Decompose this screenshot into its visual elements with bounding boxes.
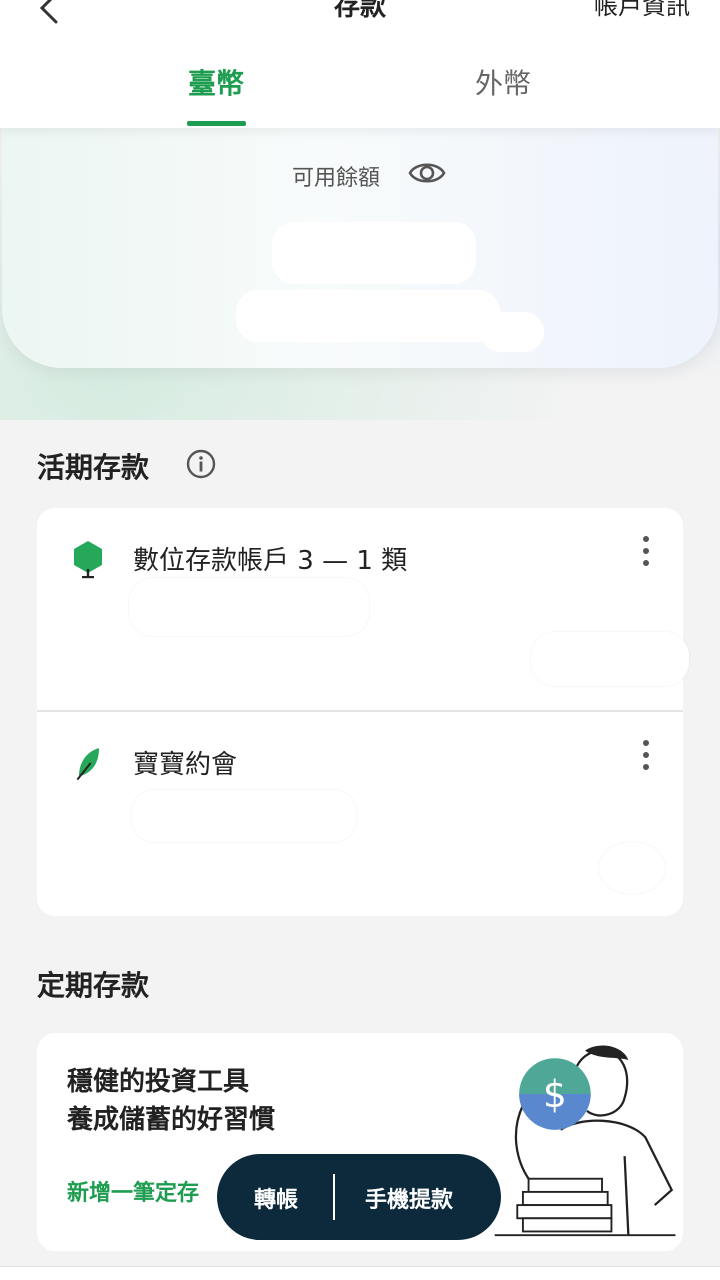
promo-headline: 穩健的投資工具	[67, 1067, 250, 1097]
info-icon[interactable]	[186, 449, 216, 479]
demand-deposit-title: 活期存款	[37, 451, 150, 484]
svg-text:$: $	[543, 1072, 567, 1116]
masked-balance-tail	[480, 312, 544, 352]
more-options-icon[interactable]	[639, 536, 653, 572]
transfer-button[interactable]: 轉帳	[254, 1182, 298, 1214]
tab-twd[interactable]: 臺幣	[188, 62, 244, 102]
masked-balance-primary	[272, 222, 476, 284]
top-header: 存款 帳戶資訊 臺幣 外幣	[0, 0, 720, 128]
floating-action-bar: 轉帳 手機提款	[217, 1154, 501, 1240]
tab-foreign-currency[interactable]: 外幣	[475, 62, 531, 102]
masked-balance-secondary	[236, 290, 500, 342]
fixed-deposit-title: 定期存款	[37, 969, 150, 1002]
masked-account-balance	[531, 632, 689, 686]
account-row-digital[interactable]: 數位存款帳戶 3 — 1 類	[37, 508, 689, 710]
masked-account-number	[131, 790, 357, 842]
active-tab-indicator	[187, 121, 246, 126]
masked-account-balance	[599, 842, 665, 894]
masked-account-number	[129, 578, 369, 636]
tree-icon	[74, 541, 102, 579]
promo-subline: 養成儲蓄的好習慣	[67, 1105, 276, 1135]
account-row-baby[interactable]: 寶寶約會	[37, 712, 683, 914]
eye-icon[interactable]	[408, 156, 446, 190]
account-name: 數位存款帳戶 3 — 1 類	[133, 546, 408, 576]
bottom-nav-edge	[0, 1266, 720, 1280]
action-bar-divider	[333, 1174, 335, 1220]
account-name: 寶寶約會	[133, 750, 238, 780]
available-balance-label: 可用餘額	[292, 166, 381, 191]
leaf-icon	[76, 748, 99, 781]
more-options-icon[interactable]	[639, 740, 653, 776]
account-info-link[interactable]: 帳戶資訊	[594, 0, 690, 21]
add-fixed-deposit-link[interactable]: 新增一筆定存	[67, 1175, 199, 1207]
demand-accounts-card: 數位存款帳戶 3 — 1 類 寶寶約會	[37, 508, 689, 916]
mobile-withdrawal-button[interactable]: 手機提款	[365, 1182, 453, 1214]
